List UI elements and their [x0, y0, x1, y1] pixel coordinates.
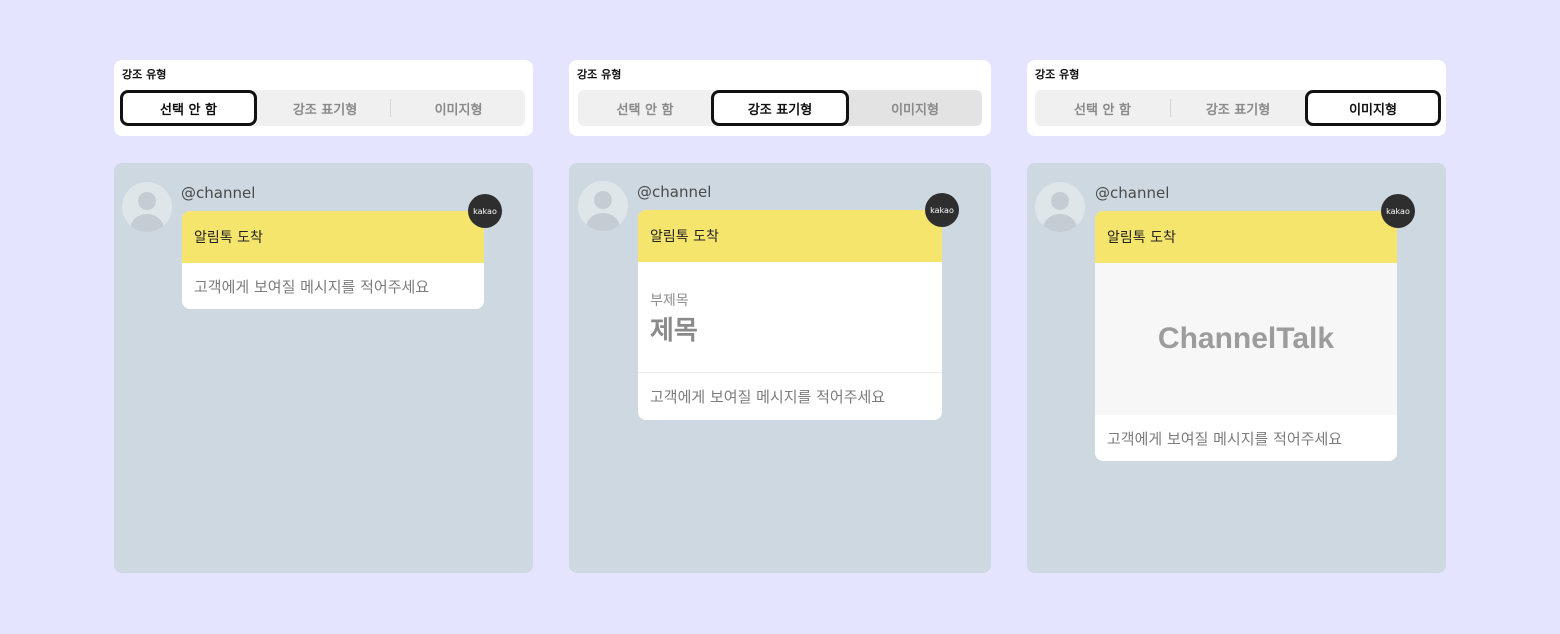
- message-preview: @channel kakao 알림톡 도착 고객에게 보여질 메시지를 적어주세…: [114, 163, 533, 573]
- kakao-badge: kakao: [925, 193, 959, 227]
- option-image[interactable]: 이미지형: [848, 90, 982, 126]
- option-image[interactable]: 이미지형: [1305, 90, 1441, 126]
- selector-label: 강조 유형: [1035, 68, 1080, 81]
- avatar: [578, 181, 628, 231]
- option-none[interactable]: 선택 안 함: [1035, 90, 1170, 126]
- channel-name: @channel: [1095, 184, 1170, 202]
- emphasis-type-selector: 강조 유형 선택 안 함 강조 표기형 이미지형: [569, 60, 991, 136]
- option-emphasis[interactable]: 강조 표기형: [258, 90, 392, 126]
- selector-label: 강조 유형: [577, 68, 622, 81]
- message-text: 고객에게 보여질 메시지를 적어주세요: [1107, 429, 1343, 448]
- segmented-control: 선택 안 함 강조 표기형 이미지형: [120, 90, 525, 126]
- emphasis-type-selector: 강조 유형 선택 안 함 강조 표기형 이미지형: [1027, 60, 1446, 136]
- option-emphasis[interactable]: 강조 표기형: [1171, 90, 1305, 126]
- bubble-header: 알림톡 도착: [638, 210, 942, 262]
- message-bubble: 알림톡 도착 고객에게 보여질 메시지를 적어주세요: [182, 211, 484, 309]
- emphasis-block: 부제목 제목: [638, 262, 942, 373]
- option-none[interactable]: 선택 안 함: [120, 90, 257, 126]
- avatar: [122, 182, 172, 232]
- bubble-header: 알림톡 도착: [1095, 211, 1397, 263]
- kakao-badge: kakao: [468, 194, 502, 228]
- segmented-control: 선택 안 함 강조 표기형 이미지형: [1035, 90, 1441, 126]
- option-none[interactable]: 선택 안 함: [578, 90, 712, 126]
- selector-label: 강조 유형: [122, 68, 167, 81]
- message-preview: @channel kakao 알림톡 도착 ChannelTalk 고객에게 보…: [1027, 163, 1446, 573]
- option-divider: [390, 99, 391, 117]
- channel-name: @channel: [181, 184, 256, 202]
- message-bubble: 알림톡 도착 부제목 제목 고객에게 보여질 메시지를 적어주세요: [638, 210, 942, 420]
- image-placeholder: ChannelTalk: [1095, 263, 1397, 415]
- option-image[interactable]: 이미지형: [392, 90, 525, 126]
- emphasis-subtitle: 부제목: [650, 293, 689, 309]
- bubble-header: 알림톡 도착: [182, 211, 484, 263]
- message-text: 고객에게 보여질 메시지를 적어주세요: [650, 388, 886, 406]
- segmented-control: 선택 안 함 강조 표기형 이미지형: [578, 90, 982, 126]
- message-preview: @channel kakao 알림톡 도착 부제목 제목 고객에게 보여질 메시…: [569, 163, 991, 573]
- emphasis-title: 제목: [650, 316, 698, 346]
- message-bubble: 알림톡 도착 ChannelTalk 고객에게 보여질 메시지를 적어주세요: [1095, 211, 1397, 461]
- kakao-badge: kakao: [1381, 194, 1415, 228]
- message-text: 고객에게 보여질 메시지를 적어주세요: [194, 277, 430, 296]
- option-emphasis[interactable]: 강조 표기형: [711, 90, 849, 126]
- channel-name: @channel: [637, 183, 712, 201]
- avatar: [1035, 182, 1085, 232]
- emphasis-type-selector: 강조 유형 선택 안 함 강조 표기형 이미지형: [114, 60, 533, 136]
